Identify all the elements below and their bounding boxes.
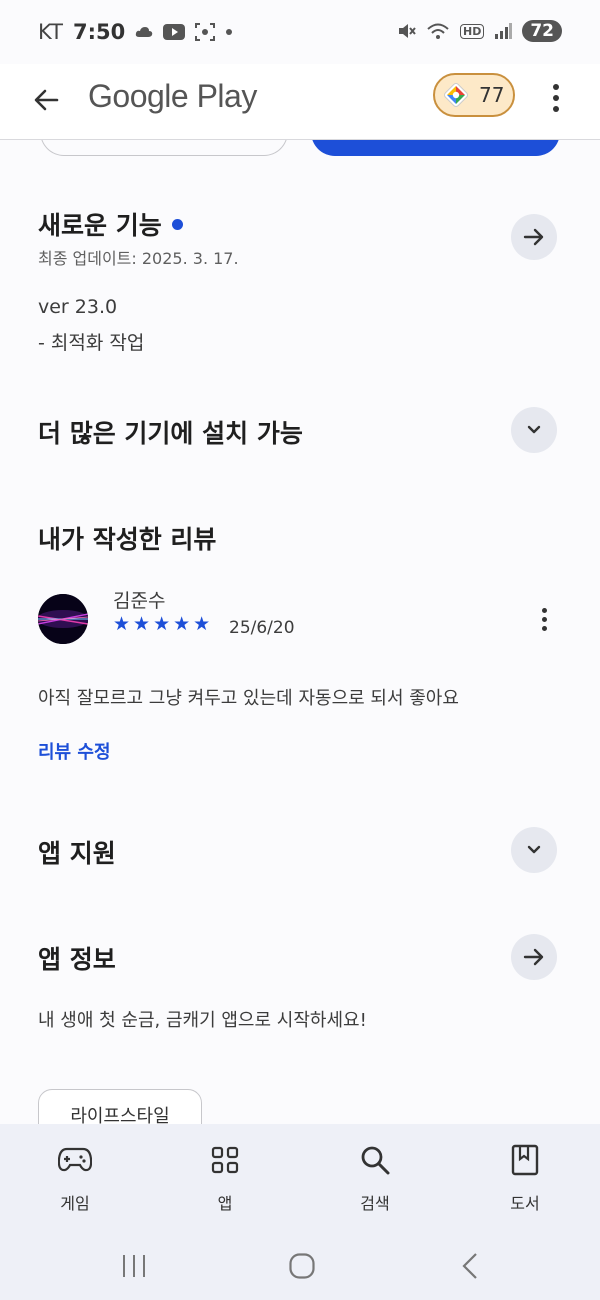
youtube-icon bbox=[163, 24, 186, 40]
avatar-image bbox=[38, 594, 88, 644]
signal-icon bbox=[495, 23, 513, 39]
whats-new-title: 새로운 기능 bbox=[38, 206, 183, 242]
play-points-button[interactable]: 77 bbox=[433, 73, 515, 117]
more-options-button[interactable] bbox=[540, 76, 572, 120]
app-info-arrow-button[interactable] bbox=[511, 934, 557, 980]
last-updated: 최종 업데이트: 2025. 3. 17. bbox=[38, 249, 239, 268]
play-points-icon bbox=[444, 83, 468, 107]
more-vert-icon bbox=[553, 84, 559, 90]
recent-apps-button[interactable] bbox=[114, 1246, 154, 1286]
book-icon bbox=[511, 1144, 539, 1176]
nav-search-label: 검색 bbox=[360, 1194, 390, 1213]
install-more-expand-button[interactable] bbox=[511, 407, 557, 453]
app-info-title: 앱 정보 bbox=[38, 945, 116, 974]
nav-books-label: 도서 bbox=[510, 1194, 540, 1213]
cloud-icon bbox=[136, 27, 153, 37]
home-icon bbox=[289, 1253, 315, 1279]
hd-badge: HD bbox=[459, 23, 485, 39]
arrow-forward-icon bbox=[523, 948, 544, 966]
whats-new-title-text: 새로운 기능 bbox=[38, 211, 162, 240]
recent-apps-icon bbox=[123, 1255, 145, 1277]
review-text: 아직 잘모르고 그냥 켜두고 있는데 자동으로 되서 좋아요 bbox=[38, 688, 459, 709]
review-date: 25/6/20 bbox=[229, 618, 295, 638]
nav-games-label: 게임 bbox=[60, 1194, 90, 1213]
system-back-button[interactable] bbox=[450, 1246, 490, 1286]
my-review-title: 내가 작성한 리뷰 bbox=[38, 525, 217, 554]
release-note: - 최적화 작업 bbox=[38, 332, 145, 354]
screenshot-icon bbox=[195, 23, 216, 41]
new-indicator-dot bbox=[171, 218, 183, 230]
nav-search[interactable]: 검색 bbox=[325, 1140, 425, 1214]
app-description: 내 생애 첫 순금, 금캐기 앱으로 시작하세요! bbox=[38, 1010, 367, 1031]
status-bar: KT 7:50 HD 72 bbox=[0, 0, 600, 64]
app-bar: Google Play 77 bbox=[0, 64, 600, 140]
nav-apps[interactable]: 앱 bbox=[175, 1140, 275, 1214]
arrow-back-icon bbox=[34, 89, 59, 111]
apps-grid-icon bbox=[211, 1146, 239, 1174]
nav-books[interactable]: 도서 bbox=[475, 1140, 575, 1214]
review-author: 김준수 bbox=[113, 590, 166, 612]
install-more-devices-title: 더 많은 기기에 설치 가능 bbox=[38, 419, 303, 448]
star-rating: ★★★★★ bbox=[113, 614, 213, 634]
nav-games[interactable]: 게임 bbox=[25, 1140, 125, 1214]
notification-dot-icon bbox=[226, 29, 233, 35]
bottom-navigation: 게임 앱 검색 도서 bbox=[0, 1124, 600, 1232]
clock: 7:50 bbox=[72, 20, 126, 44]
app-support-expand-button[interactable] bbox=[511, 827, 557, 873]
carrier-label: KT bbox=[38, 20, 63, 44]
chevron-left-icon bbox=[462, 1253, 477, 1279]
whats-new-arrow-button[interactable] bbox=[511, 214, 557, 260]
review-options-button[interactable] bbox=[532, 604, 556, 634]
wifi-icon bbox=[427, 23, 449, 39]
app-support-title: 앱 지원 bbox=[38, 839, 116, 868]
home-button[interactable] bbox=[282, 1246, 322, 1286]
arrow-forward-icon bbox=[523, 228, 544, 246]
mute-icon bbox=[398, 24, 416, 38]
edit-review-link[interactable]: 리뷰 수정 bbox=[38, 738, 111, 764]
more-vert-icon bbox=[541, 607, 547, 613]
app-title: Google Play bbox=[88, 78, 257, 114]
chevron-down-icon bbox=[527, 425, 541, 434]
chevron-down-icon bbox=[527, 845, 541, 854]
system-navigation bbox=[0, 1232, 600, 1300]
battery-level: 72 bbox=[522, 20, 562, 42]
nav-apps-label: 앱 bbox=[217, 1194, 233, 1213]
star-icons: ★★★★★ bbox=[113, 613, 214, 635]
search-icon bbox=[361, 1146, 390, 1175]
gamepad-icon bbox=[58, 1147, 92, 1172]
version-text: ver 23.0 bbox=[38, 296, 118, 318]
avatar bbox=[38, 594, 88, 644]
points-count: 77 bbox=[479, 83, 505, 107]
back-button[interactable] bbox=[24, 78, 68, 122]
